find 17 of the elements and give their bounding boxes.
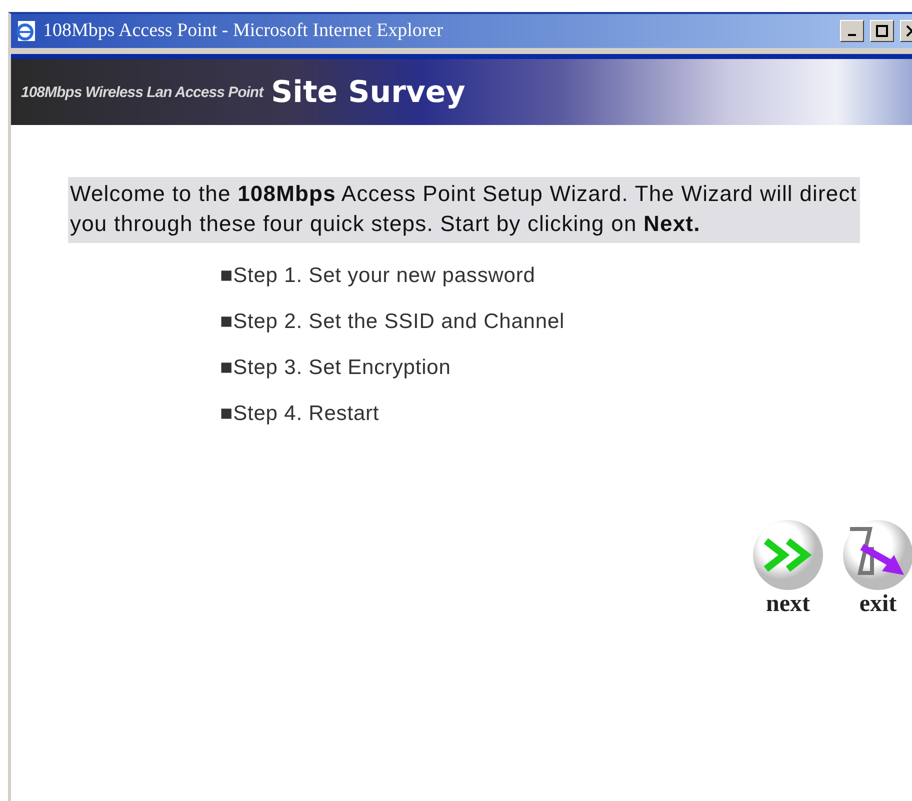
step-item: ■Step 4. Restart (220, 401, 380, 427)
banner-subtitle: 108Mbps Wireless Lan Access Point (21, 84, 264, 100)
minimize-icon (848, 34, 856, 36)
exit-arrow-icon (842, 519, 912, 591)
minimize-button[interactable] (840, 20, 864, 42)
step-item: ■Step 1. Set your new password (220, 263, 536, 289)
banner-title: Site Survey (271, 74, 466, 110)
next-button[interactable]: next (752, 519, 824, 618)
double-chevron-icon (752, 519, 824, 591)
intro-paragraph: Welcome to the 108Mbps Access Point Setup Wizard. The Wizard will direct you through these four quick steps. Start by clicking on Next. (68, 177, 860, 243)
browser-icon (15, 20, 37, 42)
exit-button[interactable]: exit (842, 519, 912, 618)
step-item: ■Step 3. Set Encryption (220, 355, 452, 381)
window-title: 108Mbps Access Point - Microsoft Internet Explorer (43, 20, 444, 42)
maximize-icon (876, 25, 888, 37)
step-item: ■Step 2. Set the SSID and Channel (220, 309, 566, 335)
maximize-button[interactable] (870, 20, 894, 42)
